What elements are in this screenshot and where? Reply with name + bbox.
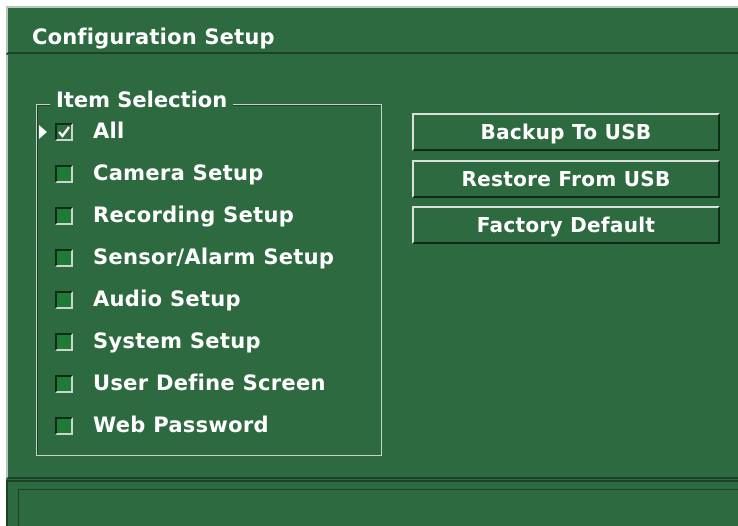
- item-sensor-alarm-setup-label: Sensor/Alarm Setup: [93, 245, 335, 269]
- window-title: Configuration Setup: [32, 25, 275, 49]
- item-web-password[interactable]: Web Password: [36, 410, 376, 444]
- checkmark-icon: [58, 126, 70, 138]
- factory-default-button[interactable]: Factory Default: [412, 206, 720, 244]
- item-user-define-screen-label: User Define Screen: [93, 371, 326, 395]
- item-user-define-screen-checkbox[interactable]: [55, 375, 73, 393]
- title-bar: Configuration Setup: [6, 6, 738, 54]
- item-web-password-checkbox[interactable]: [55, 417, 73, 435]
- restore-from-usb-button[interactable]: Restore From USB: [412, 160, 720, 198]
- item-camera-setup[interactable]: Camera Setup: [36, 158, 376, 192]
- item-web-password-label: Web Password: [93, 413, 269, 437]
- backup-to-usb-button[interactable]: Backup To USB: [412, 113, 720, 151]
- item-system-setup-checkbox[interactable]: [55, 333, 73, 351]
- item-audio-setup-checkbox[interactable]: [55, 291, 73, 309]
- item-recording-setup[interactable]: Recording Setup: [36, 200, 376, 234]
- item-all[interactable]: All: [36, 116, 376, 150]
- item-recording-setup-checkbox[interactable]: [55, 207, 73, 225]
- item-user-define-screen[interactable]: User Define Screen: [36, 368, 376, 402]
- item-all-checkbox[interactable]: [55, 123, 73, 141]
- item-recording-setup-label: Recording Setup: [93, 203, 295, 227]
- item-sensor-alarm-setup-checkbox[interactable]: [55, 249, 73, 267]
- item-system-setup[interactable]: System Setup: [36, 326, 376, 360]
- item-selection-group: [36, 104, 382, 456]
- item-selection-legend: Item Selection: [50, 88, 234, 112]
- item-sensor-alarm-setup[interactable]: Sensor/Alarm Setup: [36, 242, 376, 276]
- status-field: [18, 489, 738, 526]
- item-audio-setup-label: Audio Setup: [93, 287, 241, 311]
- status-bar: [6, 480, 738, 526]
- focus-cursor-icon: [39, 125, 47, 139]
- item-camera-setup-checkbox[interactable]: [55, 165, 73, 183]
- item-camera-setup-label: Camera Setup: [93, 161, 264, 185]
- item-system-setup-label: System Setup: [93, 329, 261, 353]
- item-audio-setup[interactable]: Audio Setup: [36, 284, 376, 318]
- item-all-label: All: [93, 119, 125, 143]
